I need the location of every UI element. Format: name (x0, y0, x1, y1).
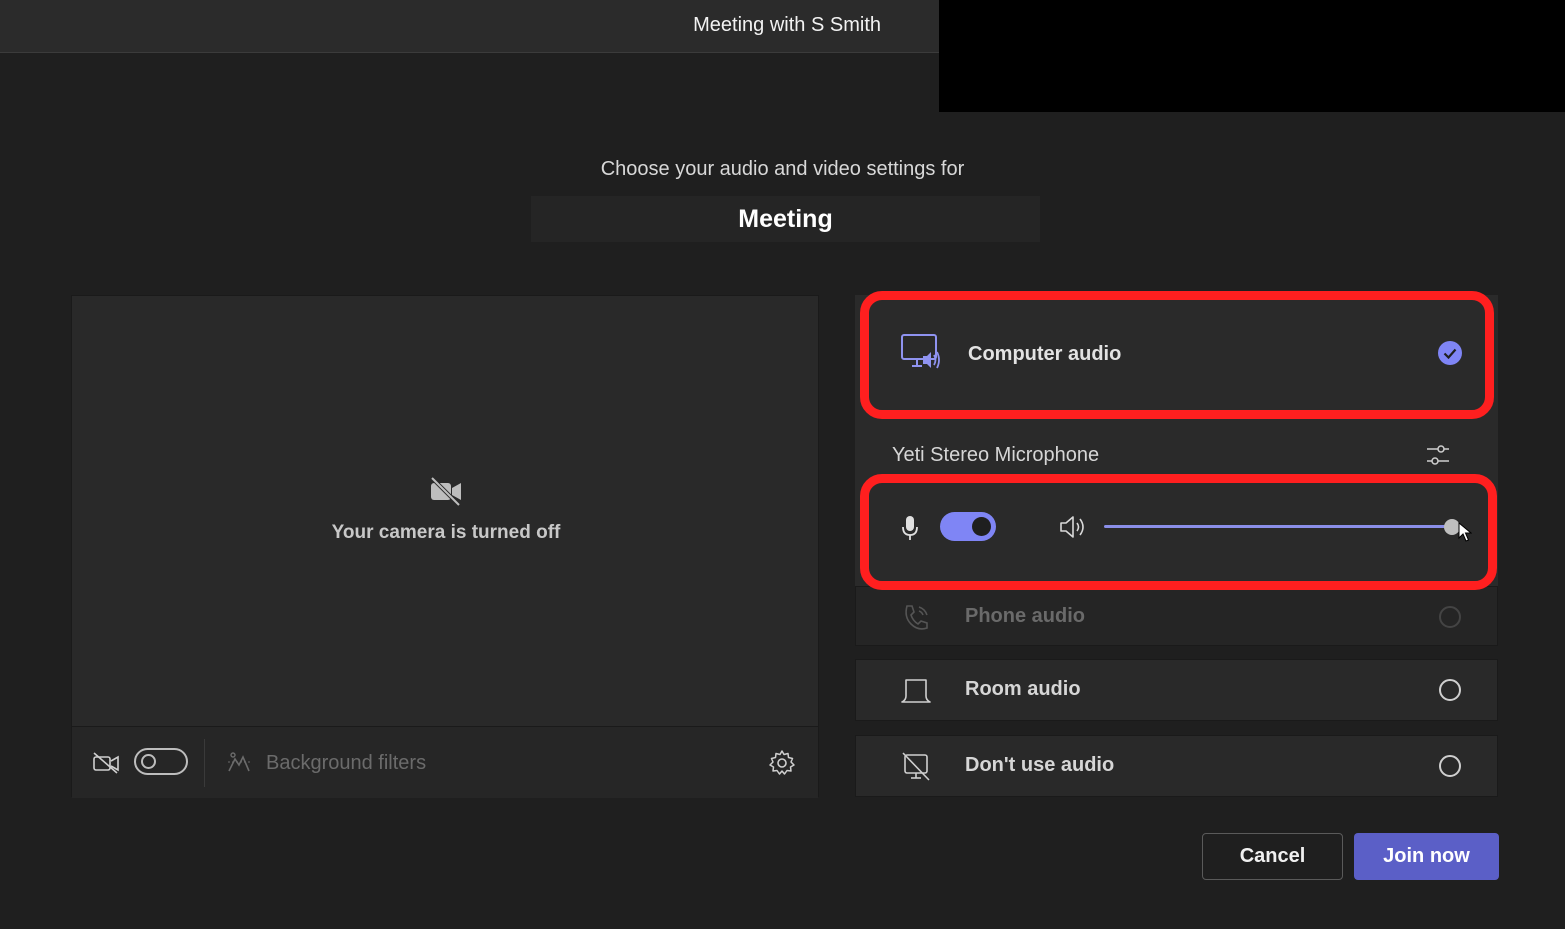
meeting-name: Meeting (738, 204, 833, 233)
camera-off-small-icon (93, 752, 119, 774)
microphone-toggle[interactable] (940, 512, 996, 541)
join-now-button[interactable]: Join now (1354, 833, 1499, 880)
speaker-volume-slider[interactable] (1104, 525, 1456, 528)
phone-audio-label: Phone audio (965, 605, 1085, 627)
microphone-device-name: Yeti Stereo Microphone (892, 444, 1100, 466)
room-audio-radio[interactable] (1439, 679, 1461, 701)
speaker-icon (1060, 516, 1084, 538)
computer-speaker-icon (901, 334, 940, 369)
meeting-name-box: Meeting (531, 196, 1040, 242)
dont-use-audio-label: Don't use audio (965, 754, 1115, 776)
phone-icon (905, 605, 928, 630)
background-filters-icon (228, 752, 250, 772)
room-audio-option[interactable]: Room audio (855, 659, 1498, 721)
video-controls-bar: Background filters (72, 726, 818, 798)
background-filters-button[interactable]: Background filters (266, 752, 426, 775)
phone-audio-radio[interactable] (1439, 606, 1461, 628)
divider (204, 739, 205, 787)
black-overlay (939, 0, 1565, 112)
title-bar: Meeting with S Smith (0, 0, 939, 53)
computer-audio-option[interactable]: Computer audio (870, 305, 1480, 405)
device-settings-gear-icon[interactable] (768, 749, 796, 777)
dont-use-audio-radio[interactable] (1439, 755, 1461, 777)
video-preview-panel: Your camera is turned off Background fil… (71, 295, 819, 798)
mouse-cursor-icon (1458, 522, 1472, 542)
window-title: Meeting with S Smith (693, 14, 881, 36)
microphone-icon (902, 516, 918, 540)
selected-check-icon (1438, 341, 1462, 365)
room-audio-label: Room audio (965, 678, 1081, 700)
camera-status-text: Your camera is turned off (331, 522, 561, 543)
room-device-icon (901, 679, 931, 703)
audio-controls-row (878, 492, 1476, 564)
settings-subtitle: Choose your audio and video settings for (600, 158, 965, 180)
computer-audio-label: Computer audio (968, 343, 1122, 365)
dont-use-audio-option[interactable]: Don't use audio (855, 735, 1498, 797)
camera-off-icon (430, 476, 461, 506)
no-audio-icon (902, 752, 930, 781)
audio-device-settings-icon[interactable] (1425, 442, 1451, 468)
phone-audio-option[interactable]: Phone audio (855, 586, 1498, 646)
cancel-button[interactable]: Cancel (1202, 833, 1343, 880)
camera-toggle[interactable] (134, 748, 188, 775)
